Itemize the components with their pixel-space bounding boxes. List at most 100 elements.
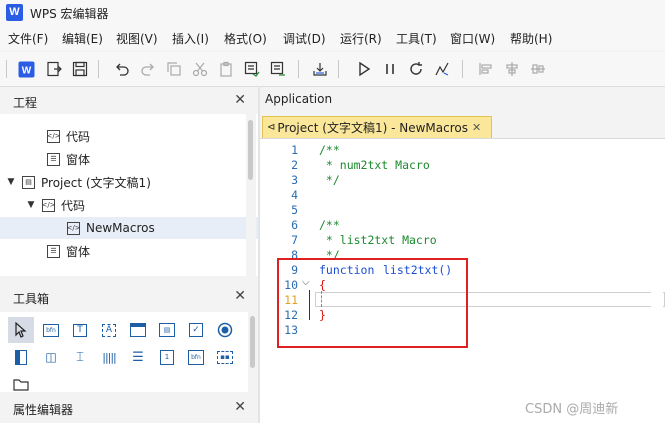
- undo-icon[interactable]: [112, 59, 132, 79]
- redo-icon[interactable]: [138, 59, 158, 79]
- menu-tools[interactable]: 工具(T): [396, 30, 437, 47]
- folder-tool-icon[interactable]: [8, 371, 34, 397]
- tree-item-label: NewMacros: [86, 221, 155, 235]
- pause-icon[interactable]: [380, 59, 400, 79]
- svg-text:W: W: [21, 65, 31, 76]
- expand-arrow-icon[interactable]: ▼: [6, 177, 16, 187]
- align-middle-icon[interactable]: [528, 59, 548, 79]
- tree-scrollbar-thumb[interactable]: [248, 120, 253, 180]
- uncomment-block-icon[interactable]: [268, 59, 288, 79]
- close-icon[interactable]: ✕: [234, 399, 246, 415]
- line-number: 5: [291, 203, 298, 217]
- toolbox-grid: bfn T A ▤ ✓ ◫ ⌶ ||||| ☰ 1 bfn ▪▪: [0, 312, 248, 392]
- tab-newmacros[interactable]: ⊲ Project (文字文稿1) - NewMacros ✕: [262, 116, 492, 138]
- editor-scrollbar[interactable]: [651, 139, 663, 423]
- import-icon[interactable]: [310, 59, 330, 79]
- close-icon[interactable]: ✕: [234, 92, 246, 108]
- label-tool-icon[interactable]: bfn: [38, 317, 64, 343]
- properties-panel-title: 属性编辑器: [13, 403, 74, 417]
- tab-strip-tool-icon[interactable]: ▪▪: [212, 344, 238, 370]
- combobox-tool-icon[interactable]: ▤: [154, 317, 180, 343]
- align-left-icon[interactable]: [476, 59, 496, 79]
- code-module-icon: </>: [41, 198, 56, 212]
- export-icon[interactable]: [44, 59, 64, 79]
- tree-item-label: Project (文字文稿1): [41, 175, 151, 190]
- line-number: 7: [291, 233, 298, 247]
- menu-format[interactable]: 格式(O): [224, 30, 267, 47]
- code-line: /**: [319, 218, 340, 232]
- image-tool-icon[interactable]: bfn: [183, 344, 209, 370]
- toolbar-separator: [98, 60, 99, 78]
- listbox-tool-icon[interactable]: ☰: [125, 344, 151, 370]
- pin-icon: ⊲: [267, 122, 276, 133]
- reset-icon[interactable]: [406, 59, 426, 79]
- line-number: 6: [291, 218, 298, 232]
- watermark: CSDN @周迪新: [525, 402, 619, 417]
- run-icon[interactable]: [354, 59, 374, 79]
- menu-run[interactable]: 运行(R): [340, 30, 382, 47]
- design-mode-icon[interactable]: [432, 59, 452, 79]
- comment-block-icon[interactable]: [242, 59, 262, 79]
- text-field-tool-icon[interactable]: A: [96, 317, 122, 343]
- toolbox-panel-title: 工具箱: [13, 292, 50, 306]
- code-line: * list2txt Macro: [319, 233, 437, 247]
- pointer-tool-icon[interactable]: [8, 317, 34, 343]
- cut-icon[interactable]: [190, 59, 210, 79]
- line-number: 1: [291, 143, 298, 157]
- code-module-icon: </>: [46, 129, 61, 143]
- code-module-icon: </>: [66, 221, 81, 235]
- menu-view[interactable]: 视图(V): [116, 30, 158, 47]
- wps-logo-icon: W: [6, 4, 23, 21]
- project-panel-title: 工程: [13, 96, 38, 110]
- application-node[interactable]: Application: [265, 92, 332, 106]
- tree-item-project[interactable]: ▼ ▤ Project (文字文稿1): [0, 171, 252, 193]
- window-title: WPS 宏编辑器: [30, 7, 109, 21]
- menu-help[interactable]: 帮助(H): [510, 30, 552, 47]
- line-number: 4: [291, 188, 298, 202]
- menu-file[interactable]: 文件(F): [8, 30, 48, 47]
- form-module-icon: ☰: [47, 244, 60, 258]
- form-module-icon: ☰: [47, 152, 60, 166]
- divider-tool-icon[interactable]: ⌶: [67, 344, 93, 370]
- toggle-tool-icon[interactable]: [8, 344, 34, 370]
- code-line: * num2txt Macro: [319, 158, 430, 172]
- tree-item-code[interactable]: ▼ </> 代码: [0, 194, 272, 216]
- tree-item-label: 窗体: [66, 152, 91, 167]
- tree-item-label: 代码: [66, 129, 91, 144]
- project-panel-header: 工程 ✕: [0, 88, 258, 114]
- code-line: */: [319, 173, 340, 187]
- toolbar-separator: [6, 60, 7, 78]
- multipage-tool-icon[interactable]: 1: [154, 344, 180, 370]
- frame-tool-icon[interactable]: [125, 317, 151, 343]
- annotation-highlight-box: [277, 258, 468, 348]
- menu-window[interactable]: 窗口(W): [450, 30, 495, 47]
- close-icon[interactable]: ✕: [234, 288, 246, 304]
- expand-arrow-icon[interactable]: ▼: [26, 200, 36, 210]
- tree-item-label: 窗体: [66, 244, 91, 259]
- project-icon: ▤: [22, 175, 35, 189]
- toolbar-separator: [298, 60, 299, 78]
- line-number: 3: [291, 173, 298, 187]
- title-bar: W WPS 宏编辑器: [0, 0, 665, 26]
- spin-tool-icon[interactable]: ◫: [38, 344, 64, 370]
- radio-tool-icon[interactable]: [212, 317, 238, 343]
- textbox-tool-icon[interactable]: T: [67, 317, 93, 343]
- menu-edit[interactable]: 编辑(E): [62, 30, 103, 47]
- menu-debug[interactable]: 调试(D): [283, 30, 326, 47]
- paste-icon[interactable]: [216, 59, 236, 79]
- toolbar-separator: [462, 60, 463, 78]
- close-icon[interactable]: ✕: [472, 121, 481, 134]
- barcode-tool-icon[interactable]: |||||: [96, 344, 122, 370]
- wps-document-icon[interactable]: W: [16, 59, 36, 79]
- save-icon[interactable]: [70, 59, 90, 79]
- menu-insert[interactable]: 插入(I): [172, 30, 209, 47]
- code-line: /**: [319, 143, 340, 157]
- toolbox-panel-header: 工具箱 ✕: [0, 284, 258, 310]
- toolbox-scrollbar-thumb[interactable]: [250, 316, 255, 368]
- tree-item-label: 代码: [61, 198, 86, 213]
- align-center-icon[interactable]: [502, 59, 522, 79]
- properties-panel-header: 属性编辑器 ✕: [0, 395, 258, 421]
- tab-label: Project (文字文稿1) - NewMacros: [277, 121, 468, 135]
- checkbox-tool-icon[interactable]: ✓: [183, 317, 209, 343]
- copy-icon[interactable]: [164, 59, 184, 79]
